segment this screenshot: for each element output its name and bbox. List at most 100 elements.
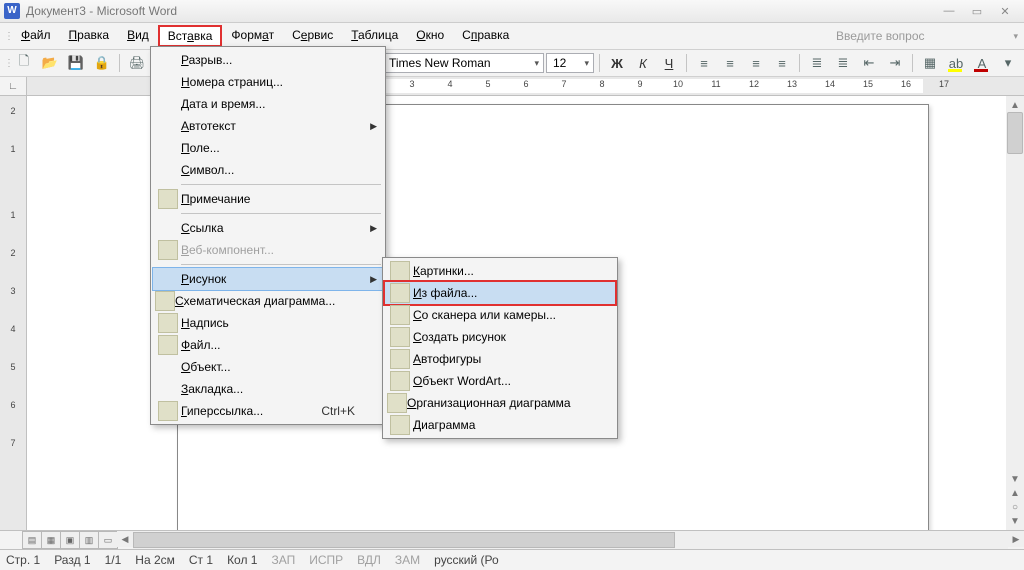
insert-menu-item: Веб-компонент...: [153, 239, 383, 261]
prev-page-icon[interactable]: ▲: [1008, 486, 1022, 500]
insert-menu-item[interactable]: Рисунок▶: [152, 267, 384, 291]
vscroll-thumb[interactable]: [1007, 112, 1023, 154]
web-layout-view-icon[interactable]: ▦: [41, 531, 61, 549]
align-left-icon[interactable]: ≡: [692, 51, 716, 75]
ruler-tick: 8: [583, 79, 621, 89]
font-name-value: Times New Roman: [389, 56, 491, 70]
status-pages: 1/1: [105, 553, 122, 567]
tab-selector-icon[interactable]: ∟: [0, 77, 27, 95]
ask-question-box[interactable]: Введите вопрос: [836, 28, 1020, 44]
insert-menu-item[interactable]: Файл...: [153, 334, 383, 356]
insert-menu-item[interactable]: Схематическая диаграмма...: [153, 290, 383, 312]
menu-формат[interactable]: Формат: [222, 25, 283, 47]
insert-menu-item[interactable]: Разрыв...: [153, 49, 383, 71]
insert-menu-item-shortcut: Ctrl+K: [321, 404, 359, 418]
picture-submenu-item[interactable]: Диаграмма: [385, 414, 615, 436]
insert-menu-item[interactable]: Ссылка▶: [153, 217, 383, 239]
scroll-left-icon[interactable]: ◀: [117, 531, 133, 547]
menu-таблица[interactable]: Таблица: [342, 25, 407, 47]
decrease-indent-icon[interactable]: ⇤: [857, 51, 881, 75]
menu-вставка[interactable]: Вставка: [158, 25, 223, 47]
ruler-tick: 4: [431, 79, 469, 89]
status-flag-вдл[interactable]: ВДЛ: [357, 553, 381, 567]
select-browse-object-icon[interactable]: ○: [1008, 500, 1022, 514]
picture-submenu-item[interactable]: Картинки...: [385, 260, 615, 282]
picture-submenu-item[interactable]: Создать рисунок: [385, 326, 615, 348]
reading-view-icon[interactable]: ▭: [98, 531, 118, 549]
status-flag-зап[interactable]: ЗАП: [271, 553, 295, 567]
menu-файл[interactable]: Файл: [12, 25, 60, 47]
menu-вид[interactable]: Вид: [118, 25, 158, 47]
picture-submenu-item[interactable]: Автофигуры: [385, 348, 615, 370]
insert-menu-item[interactable]: Надпись: [153, 312, 383, 334]
status-flag-испр[interactable]: ИСПР: [309, 553, 343, 567]
vruler-tick: 2: [10, 106, 15, 116]
insert-menu-separator: [181, 184, 381, 185]
vertical-scrollbar[interactable]: ▲ ▼ ▲ ○ ▼: [1006, 96, 1024, 530]
increase-indent-icon[interactable]: ⇥: [883, 51, 907, 75]
scroll-right-icon[interactable]: ▶: [1008, 531, 1024, 547]
hscroll-thumb[interactable]: [133, 532, 675, 548]
vertical-ruler[interactable]: 211234567: [0, 96, 27, 530]
open-icon[interactable]: 📂: [38, 51, 62, 75]
status-page: Стр. 1: [6, 553, 40, 567]
titlebar: W Документ3 - Microsoft Word — ▭ ✕: [0, 0, 1024, 23]
print-layout-view-icon[interactable]: ▣: [60, 531, 80, 549]
align-center-icon[interactable]: ≡: [718, 51, 742, 75]
insert-menu-item[interactable]: Номера страниц...: [153, 71, 383, 93]
picture-submenu-item[interactable]: Со сканера или камеры...: [385, 304, 615, 326]
picture-submenu-item-label: Картинки...: [413, 264, 591, 278]
menu-правка[interactable]: Правка: [60, 25, 119, 47]
scroll-down-icon[interactable]: ▼: [1008, 472, 1022, 486]
numbered-list-icon[interactable]: ≣: [805, 51, 829, 75]
bold-button[interactable]: Ж: [605, 51, 629, 75]
font-color-icon[interactable]: A: [970, 51, 994, 75]
highlight-color-icon[interactable]: ab: [944, 51, 968, 75]
minimize-icon[interactable]: —: [940, 4, 958, 18]
outline-view-icon[interactable]: ▥: [79, 531, 99, 549]
picture-submenu-item[interactable]: Организационная диаграмма: [385, 392, 615, 414]
insert-menu-item[interactable]: Автотекст▶: [153, 115, 383, 137]
bulleted-list-icon[interactable]: ≣: [831, 51, 855, 75]
insert-menu-item-label: Примечание: [181, 192, 359, 206]
picture-submenu-item-label: Со сканера или камеры...: [413, 308, 591, 322]
toolbar-options-icon[interactable]: ▾: [996, 51, 1020, 75]
status-at: На 2см: [135, 553, 175, 567]
menubar-handle-icon[interactable]: ⋮: [4, 31, 12, 42]
save-icon[interactable]: 💾: [64, 51, 88, 75]
insert-menu-item[interactable]: Закладка...: [153, 378, 383, 400]
borders-icon[interactable]: ▦: [918, 51, 942, 75]
insert-menu-item[interactable]: Поле...: [153, 137, 383, 159]
picture-submenu-item[interactable]: Объект WordArt...: [385, 370, 615, 392]
ruler-tick: 3: [393, 79, 431, 89]
menu-окно[interactable]: Окно: [407, 25, 453, 47]
normal-view-icon[interactable]: ▤: [22, 531, 42, 549]
insert-menu-item[interactable]: Гиперссылка...Ctrl+K: [153, 400, 383, 422]
insert-menu-separator: [181, 213, 381, 214]
align-right-icon[interactable]: ≡: [744, 51, 768, 75]
permission-icon[interactable]: 🔒: [90, 51, 114, 75]
menu-сервис[interactable]: Сервис: [283, 25, 342, 47]
insert-menu-item[interactable]: Примечание: [153, 188, 383, 210]
scroll-up-icon[interactable]: ▲: [1008, 98, 1022, 112]
underline-button[interactable]: Ч: [657, 51, 681, 75]
toolbar1-handle-icon[interactable]: ⋮: [4, 58, 10, 69]
insert-menu-item[interactable]: Символ...: [153, 159, 383, 181]
close-icon[interactable]: ✕: [996, 4, 1014, 18]
font-size-combo[interactable]: 12 ▾: [546, 53, 594, 73]
italic-button[interactable]: К: [631, 51, 655, 75]
insert-menu-item[interactable]: Дата и время...: [153, 93, 383, 115]
insert-menu-item-label: Объект...: [181, 360, 359, 374]
new-doc-icon[interactable]: 🗋: [12, 51, 36, 75]
insert-menu-item[interactable]: Объект...: [153, 356, 383, 378]
picture-submenu-item[interactable]: Из файла...: [383, 280, 617, 306]
maximize-icon[interactable]: ▭: [968, 4, 986, 18]
hscroll-track[interactable]: [133, 531, 1008, 549]
print-icon[interactable]: 🖨: [125, 51, 149, 75]
justify-icon[interactable]: ≡: [770, 51, 794, 75]
status-flag-зам[interactable]: ЗАМ: [395, 553, 420, 567]
status-language[interactable]: русский (Ро: [434, 553, 499, 567]
next-page-icon[interactable]: ▼: [1008, 514, 1022, 528]
menu-справка[interactable]: Справка: [453, 25, 518, 47]
font-name-combo[interactable]: Times New Roman ▾: [382, 53, 544, 73]
